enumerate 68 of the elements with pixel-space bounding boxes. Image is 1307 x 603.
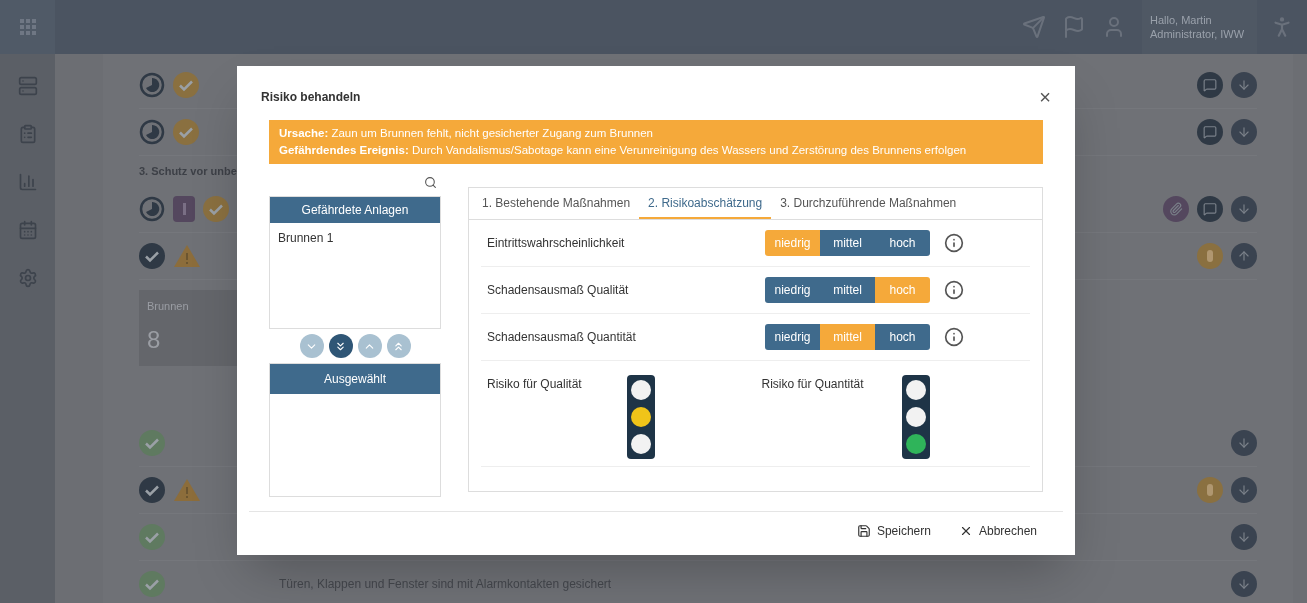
arrow-down-icon[interactable]: [1231, 524, 1257, 550]
arrow-down-icon[interactable]: [1231, 571, 1257, 597]
risk-label: Risiko für Quantität: [761, 376, 865, 393]
warning-icon: [173, 244, 201, 268]
traffic-light-icon[interactable]: [1197, 243, 1223, 269]
tile-label: Brunnen: [147, 299, 190, 314]
info-icon[interactable]: [944, 233, 964, 253]
paperclip-icon[interactable]: [1163, 196, 1189, 222]
send-icon[interactable]: [1022, 15, 1046, 39]
check-circle-icon: [139, 477, 165, 503]
arrow-down-icon[interactable]: [1231, 430, 1257, 456]
arrow-up-icon[interactable]: [1231, 243, 1257, 269]
clipboard-alert-icon: [173, 196, 195, 222]
rating-option[interactable]: hoch: [875, 324, 930, 350]
save-icon: [856, 523, 871, 538]
chat-icon[interactable]: [1197, 72, 1223, 98]
rating-option[interactable]: niedrig: [765, 324, 820, 350]
list-header: Gefährdete Anlagen: [270, 197, 440, 223]
check-circle-icon: [173, 119, 199, 145]
cancel-button[interactable]: Abbrechen: [958, 521, 1037, 540]
risk-label: Risiko für Qualität: [487, 376, 583, 393]
alert-text: Gefährdendes Ereignis: Durch Vandalismus/Sabotage kann eine Verunreinigung des Wassers und Zerstörung des Brunnens erfolgen: [279, 143, 968, 158]
app-grid-icon[interactable]: [0, 0, 55, 54]
clock-icon: [139, 119, 165, 145]
save-button[interactable]: Speichern: [856, 521, 931, 540]
arrow-down-icon[interactable]: [1231, 119, 1257, 145]
check-circle-icon: [203, 196, 229, 222]
flag-icon[interactable]: [1062, 15, 1086, 39]
clock-icon: [139, 196, 165, 222]
rating-label: Schadensausmaß Qualität: [486, 282, 630, 299]
greeting-text: Hallo, Martin: [1150, 13, 1213, 27]
list-item[interactable]: Brunnen 1: [270, 223, 440, 247]
tab[interactable]: 2. Risikoabschätzung: [639, 188, 772, 219]
info-icon[interactable]: [944, 280, 964, 300]
check-circle-icon: [139, 571, 165, 597]
rating-option[interactable]: mittel: [820, 277, 875, 303]
transfer-button[interactable]: [328, 334, 353, 358]
rating-option[interactable]: mittel: [820, 230, 875, 256]
rating-label: Schadensausmaß Quantität: [486, 329, 637, 346]
bar-chart-icon[interactable]: [17, 172, 38, 192]
arrow-down-icon[interactable]: [1231, 196, 1257, 222]
check-circle-icon: [139, 243, 165, 269]
check-circle-icon: [139, 430, 165, 456]
chat-icon[interactable]: [1197, 196, 1223, 222]
tab[interactable]: 1. Bestehende Maßnahmen: [473, 188, 640, 219]
list-header: Ausgewählt: [270, 364, 440, 394]
close-button[interactable]: ×: [1039, 87, 1051, 107]
arrow-down-icon[interactable]: [1231, 477, 1257, 503]
dialog-title: Risiko behandeln: [261, 89, 361, 106]
alert-text: Ursache: Zaun um Brunnen fehlt, nicht gesicherter Zugang zum Brunnen: [279, 126, 654, 141]
rating-option[interactable]: niedrig: [765, 277, 820, 303]
arrow-down-icon[interactable]: [1231, 72, 1257, 98]
check-circle-icon: [173, 72, 199, 98]
server-icon[interactable]: [17, 76, 38, 96]
settings-icon[interactable]: [17, 268, 38, 288]
info-icon[interactable]: [944, 327, 964, 347]
role-text: Administrator, IWW: [1150, 27, 1246, 41]
calendar-icon[interactable]: [17, 220, 38, 240]
tab[interactable]: 3. Durchzuführende Maßnahmen: [771, 188, 966, 219]
warning-icon: [173, 478, 201, 502]
tile-value: 8: [147, 325, 162, 355]
traffic-light-icon[interactable]: [1197, 477, 1223, 503]
chat-icon[interactable]: [1197, 119, 1223, 145]
check-circle-icon: [139, 524, 165, 550]
clock-icon: [139, 72, 165, 98]
rating-option[interactable]: hoch: [875, 230, 930, 256]
rating-label: Eintrittswahrscheinlichkeit: [486, 235, 626, 252]
search-icon[interactable]: [424, 176, 437, 189]
